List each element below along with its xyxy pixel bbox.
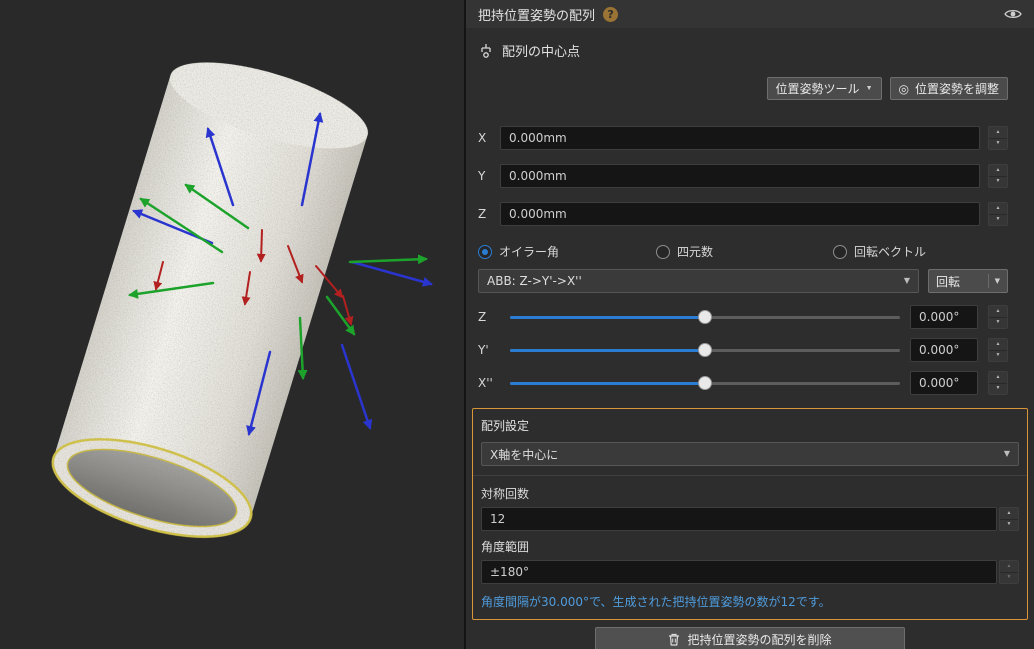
symmetry-count-input[interactable]: [481, 507, 997, 531]
y-coordinate-row: Y ▲ ▼: [478, 164, 1008, 188]
y-spinner: ▲ ▼: [988, 164, 1008, 188]
spinner-down-icon[interactable]: ▼: [989, 316, 1007, 328]
y-rotation-input[interactable]: [910, 338, 978, 362]
x-rotation-spinner: ▲ ▼: [988, 371, 1008, 395]
z-input[interactable]: [500, 202, 980, 226]
spinner-up-icon[interactable]: ▲: [989, 306, 1007, 317]
radio-dot: [478, 244, 492, 259]
euler-convention-select[interactable]: ABB: Z->Y'->X'' ▼: [478, 269, 919, 293]
spinner-down-icon[interactable]: ▼: [989, 175, 1007, 187]
3d-viewport[interactable]: [0, 0, 466, 649]
pose-toolbar: 位置姿勢ツール ▼ ◎ 位置姿勢を調整: [466, 63, 1034, 100]
trash-icon: [669, 633, 680, 646]
array-axis-select[interactable]: X軸を中心に ▼: [481, 442, 1019, 466]
angle-range-input[interactable]: [481, 560, 997, 584]
angle-range-spinner: ▲ ▼: [999, 560, 1019, 584]
app: 把持位置姿勢の配列 ? 配列の中心点 位置姿勢ツール ▼ ◎ 位置姿勢を調整 X…: [0, 0, 1034, 649]
spinner-up-icon[interactable]: ▲: [989, 165, 1007, 176]
spinner-down-icon[interactable]: ▼: [1000, 571, 1018, 583]
array-settings-box: 配列設定 X軸を中心に ▼ 対称回数 ▲ ▼ 角度範囲 ▲ ▼: [472, 408, 1028, 620]
section-header: 配列の中心点: [466, 28, 1034, 63]
array-info-text: 角度間隔が30.000°で、生成された把持位置姿勢の数が12です。: [481, 595, 831, 609]
viewport-render: [51, 62, 433, 538]
radio-quaternion[interactable]: 四元数: [656, 243, 713, 260]
x-rotation-row: X'' ▲ ▼: [478, 371, 1008, 395]
y-rotation-spinner: ▲ ▼: [988, 338, 1008, 362]
angle-range-label: 角度範囲: [481, 540, 530, 554]
pose-tool-button[interactable]: 位置姿勢ツール ▼: [766, 77, 882, 100]
rotate-button[interactable]: 回転 ▼: [928, 269, 1008, 293]
x-coordinate-row: X ▲ ▼: [478, 126, 1008, 150]
adjust-pose-button[interactable]: ◎ 位置姿勢を調整: [889, 77, 1008, 100]
delete-row: 把持位置姿勢の配列を削除: [466, 627, 1034, 649]
z-spinner: ▲ ▼: [988, 202, 1008, 226]
spinner-up-icon[interactable]: ▲: [989, 203, 1007, 214]
slider-fill: [510, 316, 705, 319]
spinner-up-icon[interactable]: ▲: [989, 127, 1007, 138]
spinner-up-icon[interactable]: ▲: [1000, 508, 1018, 519]
caret-down-icon: ▼: [994, 276, 1000, 285]
rotation-mode-radios: オイラー角 四元数 回転ベクトル: [478, 243, 1022, 260]
z-rotation-spinner: ▲ ▼: [988, 305, 1008, 329]
slider-handle[interactable]: [698, 376, 712, 390]
angle-range-row: ▲ ▼: [481, 560, 1019, 584]
visibility-toggle-icon[interactable]: [1004, 8, 1022, 20]
caret-down-icon: ▼: [1003, 449, 1010, 458]
separator: [473, 475, 1027, 476]
y-label: Y: [478, 169, 486, 183]
spinner-down-icon[interactable]: ▼: [989, 349, 1007, 361]
x-input[interactable]: [500, 126, 980, 150]
radio-dot: [656, 244, 671, 259]
x-label: X: [478, 131, 487, 145]
x-rotation-slider[interactable]: [510, 376, 900, 390]
y-rotation-row: Y' ▲ ▼: [478, 338, 1008, 362]
panel-title-bar: 把持位置姿勢の配列 ?: [466, 0, 1034, 28]
x-rotation-input[interactable]: [910, 371, 978, 395]
z-rotation-label: Z: [478, 310, 487, 324]
spinner-down-icon[interactable]: ▼: [989, 137, 1007, 149]
z-rotation-row: Z ▲ ▼: [478, 305, 1008, 329]
spinner-up-icon[interactable]: ▲: [989, 339, 1007, 350]
z-coordinate-row: Z ▲ ▼: [478, 202, 1008, 226]
slider-fill: [510, 382, 705, 385]
z-rotation-slider[interactable]: [510, 310, 900, 324]
caret-down-icon: ▼: [903, 276, 910, 285]
z-label: Z: [478, 207, 487, 221]
y-rotation-slider[interactable]: [510, 343, 900, 357]
x-spinner: ▲ ▼: [988, 126, 1008, 150]
z-rotation-input[interactable]: [910, 305, 978, 329]
button-divider: [987, 274, 989, 288]
cylinder-model: [51, 62, 368, 538]
radio-rotation-vector[interactable]: 回転ベクトル: [833, 243, 926, 260]
delete-array-button[interactable]: 把持位置姿勢の配列を削除: [595, 627, 905, 649]
panel-title: 把持位置姿勢の配列: [478, 8, 596, 24]
x-rotation-label: X'': [478, 376, 493, 390]
spinner-down-icon[interactable]: ▼: [1000, 518, 1018, 530]
section-title: 配列の中心点: [502, 45, 581, 60]
symmetry-count-label: 対称回数: [481, 487, 530, 501]
array-settings-title: 配列設定: [481, 419, 530, 433]
help-icon[interactable]: ?: [603, 6, 619, 22]
caret-down-icon: ▼: [865, 85, 873, 92]
spinner-up-icon[interactable]: ▲: [1000, 561, 1018, 572]
euler-convention-row: ABB: Z->Y'->X'' ▼ 回転 ▼: [478, 269, 1008, 293]
symmetry-count-spinner: ▲ ▼: [999, 507, 1019, 531]
spinner-down-icon[interactable]: ▼: [989, 213, 1007, 225]
array-center-icon: [481, 43, 491, 58]
slider-fill: [510, 349, 705, 352]
y-input[interactable]: [500, 164, 980, 188]
spinner-down-icon[interactable]: ▼: [989, 382, 1007, 394]
spinner-up-icon[interactable]: ▲: [989, 372, 1007, 383]
grasp-pose-array-panel: 把持位置姿勢の配列 ? 配列の中心点 位置姿勢ツール ▼ ◎ 位置姿勢を調整 X…: [466, 0, 1034, 649]
slider-handle[interactable]: [698, 310, 712, 324]
symmetry-count-row: ▲ ▼: [481, 507, 1019, 531]
adjust-pose-icon: ◎: [898, 81, 909, 96]
slider-handle[interactable]: [698, 343, 712, 357]
y-rotation-label: Y': [478, 343, 489, 357]
radio-dot: [833, 244, 848, 259]
radio-euler-angles[interactable]: オイラー角: [478, 243, 559, 260]
